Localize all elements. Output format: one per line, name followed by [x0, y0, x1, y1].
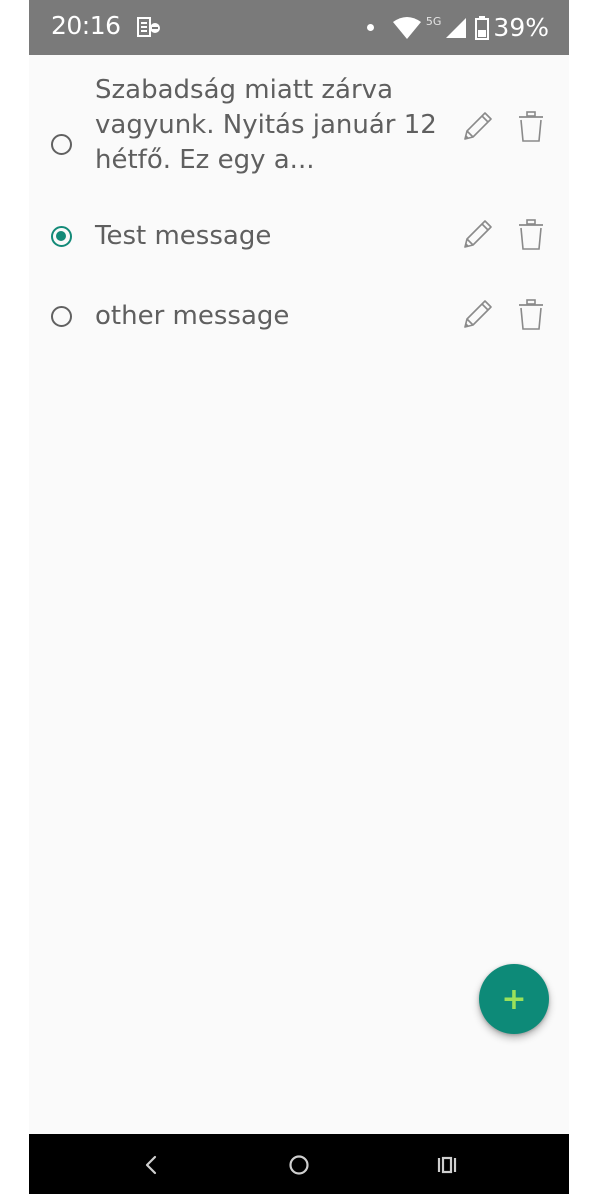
signal-icon — [446, 17, 467, 38]
list-item[interactable]: Szabadság miatt zárva vagyunk. Nyitás ja… — [29, 73, 569, 183]
list-item[interactable]: other message — [29, 295, 569, 339]
message-text: Szabadság miatt zárva vagyunk. Nyitás ja… — [95, 75, 437, 175]
home-icon[interactable] — [284, 1150, 314, 1180]
message-text: other message — [95, 301, 290, 331]
battery-percentage: 39% — [493, 13, 549, 42]
message-radio[interactable] — [51, 306, 72, 327]
wifi-icon — [392, 16, 421, 39]
trash-icon[interactable] — [513, 297, 549, 333]
back-icon[interactable] — [136, 1150, 166, 1180]
network-type: 5G — [425, 15, 442, 28]
message-radio[interactable] — [51, 134, 72, 155]
notification-app-icon — [137, 17, 160, 37]
navigation-bar — [29, 1134, 569, 1194]
pencil-icon[interactable] — [459, 297, 495, 333]
message-radio-selected[interactable] — [51, 226, 72, 247]
battery-icon — [475, 15, 490, 40]
status-bar: 20:16 5G 39% — [29, 0, 569, 55]
add-message-button[interactable]: + — [479, 964, 549, 1034]
recents-icon[interactable] — [432, 1150, 462, 1180]
app-screen: 20:16 5G 39% Szabadság miatt zárva vagyu… — [29, 0, 569, 1194]
pencil-icon[interactable] — [459, 109, 495, 145]
status-time: 20:16 — [51, 11, 121, 40]
dot-icon — [366, 24, 374, 31]
trash-icon[interactable] — [513, 109, 549, 145]
list-item[interactable]: Test message — [29, 215, 569, 259]
status-indicators: 5G 39% — [366, 0, 549, 55]
pencil-icon[interactable] — [459, 217, 495, 253]
trash-icon[interactable] — [513, 217, 549, 253]
message-text: Test message — [95, 221, 272, 251]
plus-icon: + — [501, 981, 527, 1017]
